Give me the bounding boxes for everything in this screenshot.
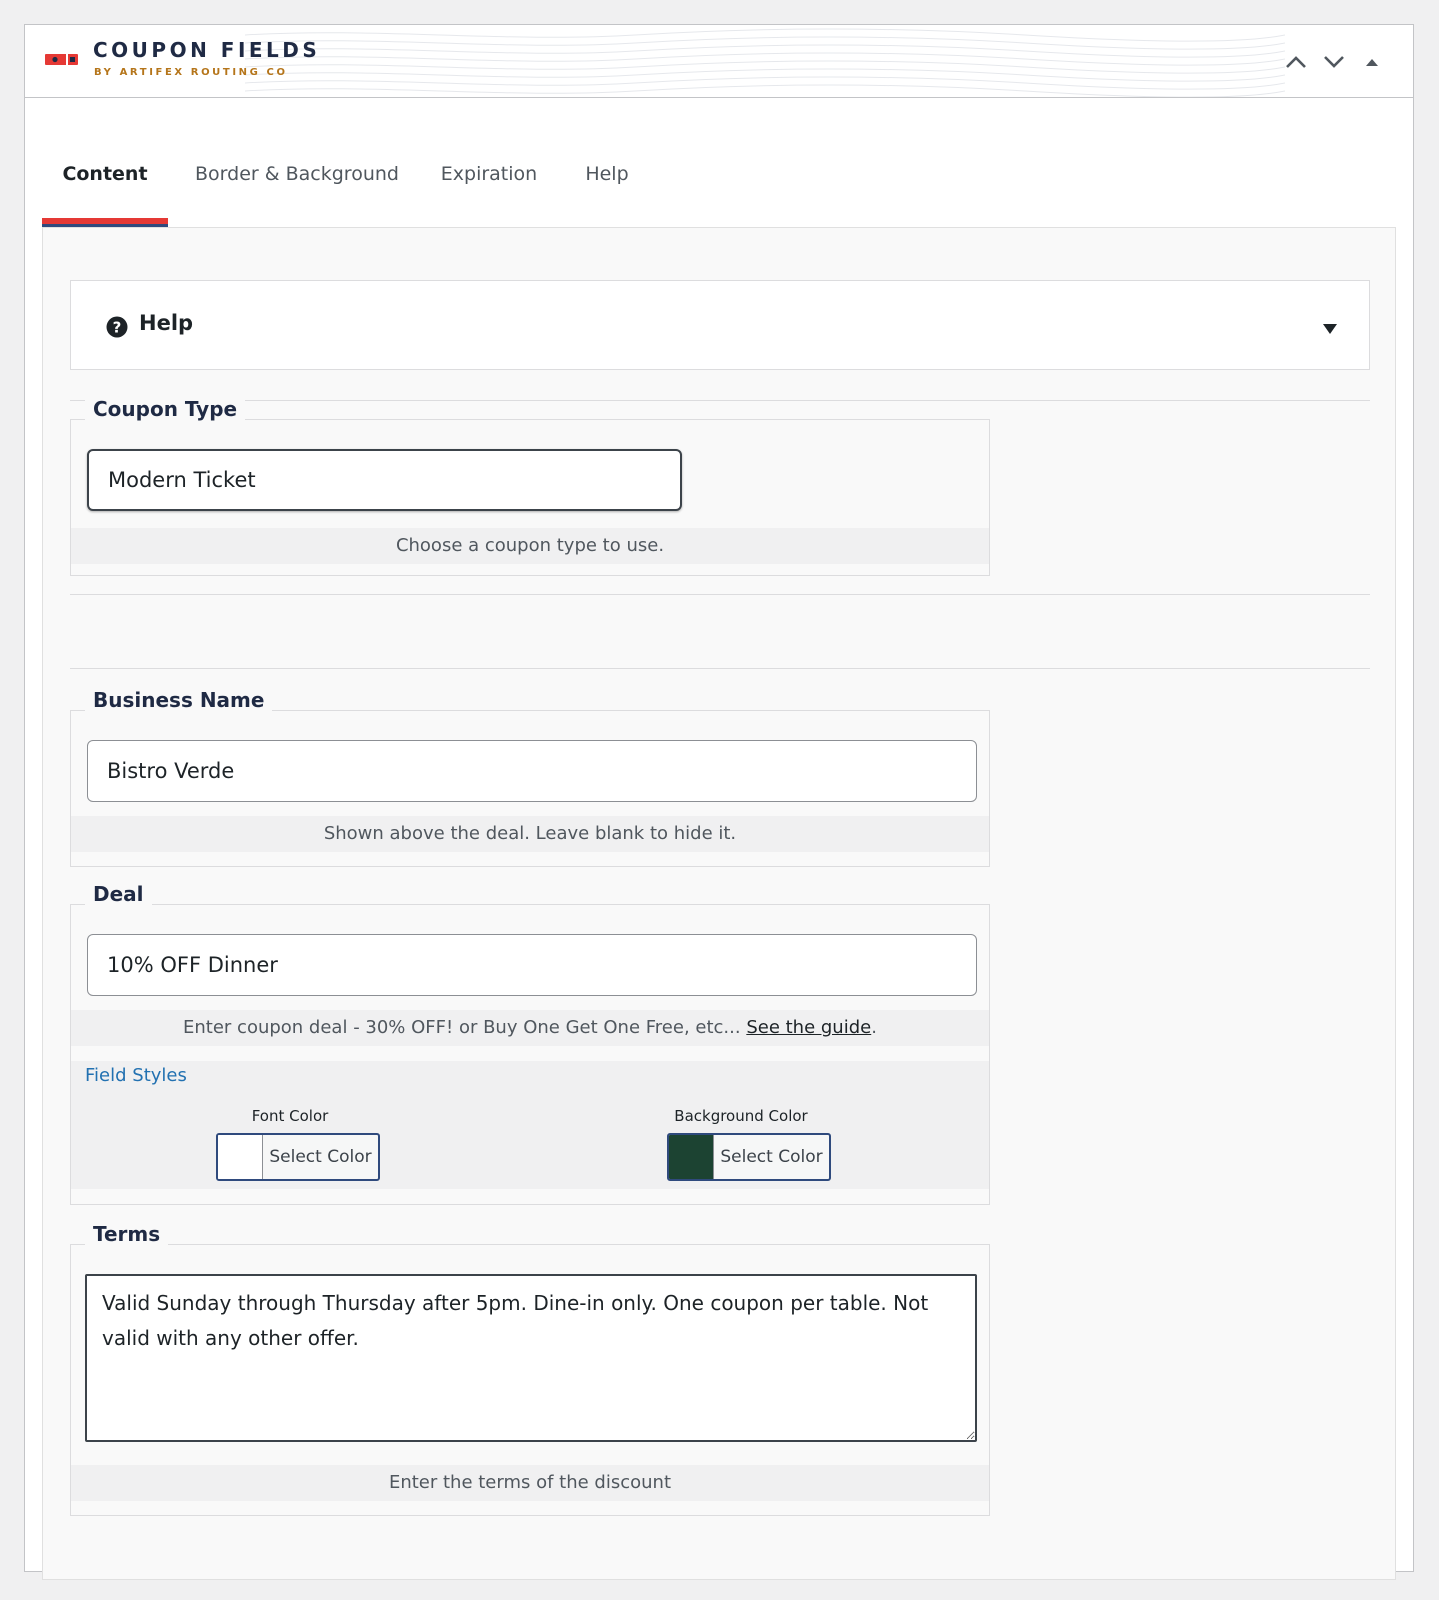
- coupon-fields-metabox: COUPON FIELDS BY ARTIFEX ROUTING CO Cont…: [24, 24, 1414, 1580]
- font-color-label: Font Color: [251, 1107, 329, 1125]
- help-accordion[interactable]: ? Help: [70, 280, 1370, 370]
- deal-description-end: .: [871, 1017, 877, 1038]
- tab-help[interactable]: Help: [572, 121, 642, 227]
- tab-content[interactable]: Content: [42, 121, 168, 227]
- move-down-button[interactable]: [1319, 47, 1349, 77]
- active-tab-indicator: [42, 218, 168, 227]
- font-color-picker-button[interactable]: Select Color: [216, 1133, 380, 1181]
- deal-input[interactable]: [87, 934, 977, 996]
- deal-legend: Deal: [85, 879, 152, 909]
- divider: [70, 400, 1370, 401]
- tab-label: Expiration: [440, 163, 538, 185]
- tab-bar: Content Border & Background Expiration H…: [42, 121, 1382, 227]
- divider: [70, 594, 1370, 595]
- caret-down-icon: [1323, 324, 1337, 334]
- svg-text:?: ?: [113, 319, 122, 337]
- brand-subtitle: BY ARTIFEX ROUTING CO: [94, 67, 288, 78]
- background-color-label: Background Color: [674, 1107, 808, 1125]
- question-circle-icon: ?: [106, 316, 128, 338]
- header-wave-pattern: [245, 28, 1285, 97]
- deal-description-text: Enter coupon deal - 30% OFF! or Buy One …: [183, 1017, 741, 1038]
- business-name-legend: Business Name: [85, 685, 273, 715]
- field-styles-toggle[interactable]: Field Styles: [85, 1065, 187, 1086]
- content-tab-panel: ? Help Coupon Type Modern Ticket Choose …: [42, 227, 1396, 1580]
- terms-textarea[interactable]: Valid Sunday through Thursday after 5pm.…: [85, 1274, 977, 1442]
- background-color-swatch: [669, 1135, 714, 1179]
- metabox-header: COUPON FIELDS BY ARTIFEX ROUTING CO: [25, 25, 1413, 98]
- business-name-fieldset: Business Name Shown above the deal. Leav…: [70, 685, 990, 867]
- brand-title: COUPON FIELDS: [93, 38, 321, 62]
- tab-border-background[interactable]: Border & Background: [192, 121, 402, 227]
- tab-label: Content: [62, 163, 148, 185]
- terms-fieldset: Terms Valid Sunday through Thursday afte…: [70, 1219, 990, 1516]
- coupon-type-legend: Coupon Type: [85, 394, 246, 424]
- help-title: Help: [139, 311, 194, 335]
- ticket-logo-icon: [45, 54, 78, 65]
- triangle-up-icon: [1366, 59, 1378, 66]
- background-color-picker-button[interactable]: Select Color: [667, 1133, 831, 1181]
- deal-fieldset: Deal Enter coupon deal - 30% OFF! or Buy…: [70, 879, 990, 1205]
- divider: [70, 668, 1370, 669]
- coupon-type-description: Choose a coupon type to use.: [71, 528, 989, 564]
- coupon-type-select[interactable]: Modern Ticket: [87, 449, 682, 511]
- font-color-swatch: [218, 1135, 263, 1179]
- tab-label: Help: [585, 163, 629, 185]
- select-color-label: Select Color: [269, 1147, 372, 1167]
- terms-description: Enter the terms of the discount: [71, 1465, 989, 1501]
- business-name-description: Shown above the deal. Leave blank to hid…: [71, 816, 989, 852]
- tab-expiration[interactable]: Expiration: [432, 121, 546, 227]
- collapse-panel-button[interactable]: [1357, 47, 1387, 77]
- chevron-down-icon: [1324, 56, 1344, 68]
- deal-description: Enter coupon deal - 30% OFF! or Buy One …: [71, 1010, 989, 1046]
- select-color-label: Select Color: [720, 1147, 823, 1167]
- chevron-up-icon: [1286, 56, 1306, 68]
- business-name-input[interactable]: [87, 740, 977, 802]
- coupon-type-fieldset: Coupon Type Modern Ticket Choose a coupo…: [70, 394, 990, 576]
- see-the-guide-link[interactable]: See the guide: [746, 1017, 871, 1038]
- move-up-button[interactable]: [1281, 47, 1311, 77]
- terms-legend: Terms: [85, 1219, 169, 1249]
- tab-label: Border & Background: [195, 163, 399, 185]
- field-styles-panel: Field Styles Font Color Select Color Bac…: [71, 1061, 989, 1189]
